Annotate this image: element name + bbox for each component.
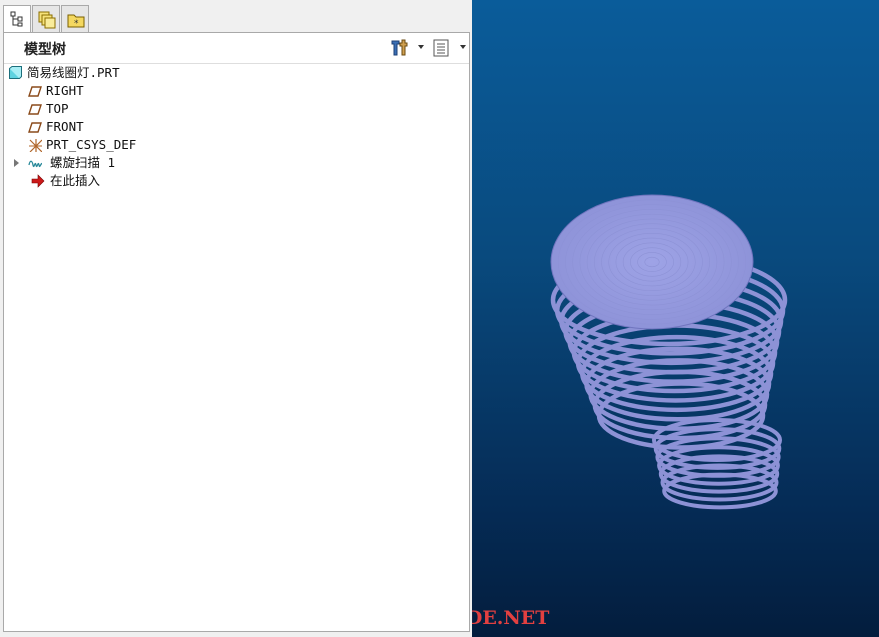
model-tree-header: 模型树 [4,33,469,64]
insert-here-arrow-icon [31,174,45,188]
chevron-down-icon [418,45,424,49]
favorites-folder-icon: * [67,14,85,29]
page-title: 模型树 [24,42,66,58]
part-icon [9,66,22,79]
settings-tools-icon [391,39,408,56]
tree-item-right[interactable]: RIGHT [28,82,328,100]
model-tree-panel: * 模型树 简易线圈灯.PRT RIGHT TOP FRONT PRT_CSYS… [0,0,472,637]
list-show-icon [433,39,449,57]
panel-tab-bar: * [0,0,472,33]
model-tree-icon [10,11,23,27]
tab-model-tree[interactable] [3,5,31,33]
tree-item-label: TOP [46,101,69,116]
tab-favorites[interactable]: * [61,5,89,32]
layers-icon [38,11,56,29]
tree-item-label: 螺旋扫描 1 [50,155,116,170]
tree-item-part[interactable]: 简易线圈灯.PRT [8,64,408,82]
chevron-down-icon [460,45,466,49]
watermark: BBS.CHINADE.NET [472,607,550,629]
model-tree-content: 模型树 简易线圈灯.PRT RIGHT TOP FRONT PRT_CSYS_D… [3,32,470,632]
datum-plane-icon [28,122,42,133]
tree-item-csys[interactable]: PRT_CSYS_DEF [28,136,328,154]
tab-layers[interactable] [32,5,60,32]
tree-item-label: 简易线圈灯.PRT [27,65,120,80]
top-spiral-disc [550,194,754,330]
coil-lamp-model [550,194,788,510]
graphics-viewport[interactable]: BBS.CHINADE.NET [472,0,879,637]
tree-item-label: PRT_CSYS_DEF [46,137,137,152]
tree-show-button[interactable] [432,37,468,59]
tree-item-top[interactable]: TOP [28,100,328,118]
helical-sweep-icon [28,160,42,168]
datum-plane-icon [28,86,42,97]
datum-plane-icon [28,104,42,115]
tree-item-insert-here[interactable]: 在此插入 [28,172,328,190]
tree-item-label: RIGHT [46,83,84,98]
tree-settings-button[interactable] [389,37,425,59]
svg-text:*: * [74,19,79,29]
tree-item-label: 在此插入 [50,173,101,188]
tree-item-helical-sweep[interactable]: 螺旋扫描 1 [12,154,312,172]
tree-item-front[interactable]: FRONT [28,118,328,136]
tree-item-label: FRONT [46,119,84,134]
expand-arrow-icon[interactable] [14,159,19,167]
coordinate-system-icon [29,139,42,152]
